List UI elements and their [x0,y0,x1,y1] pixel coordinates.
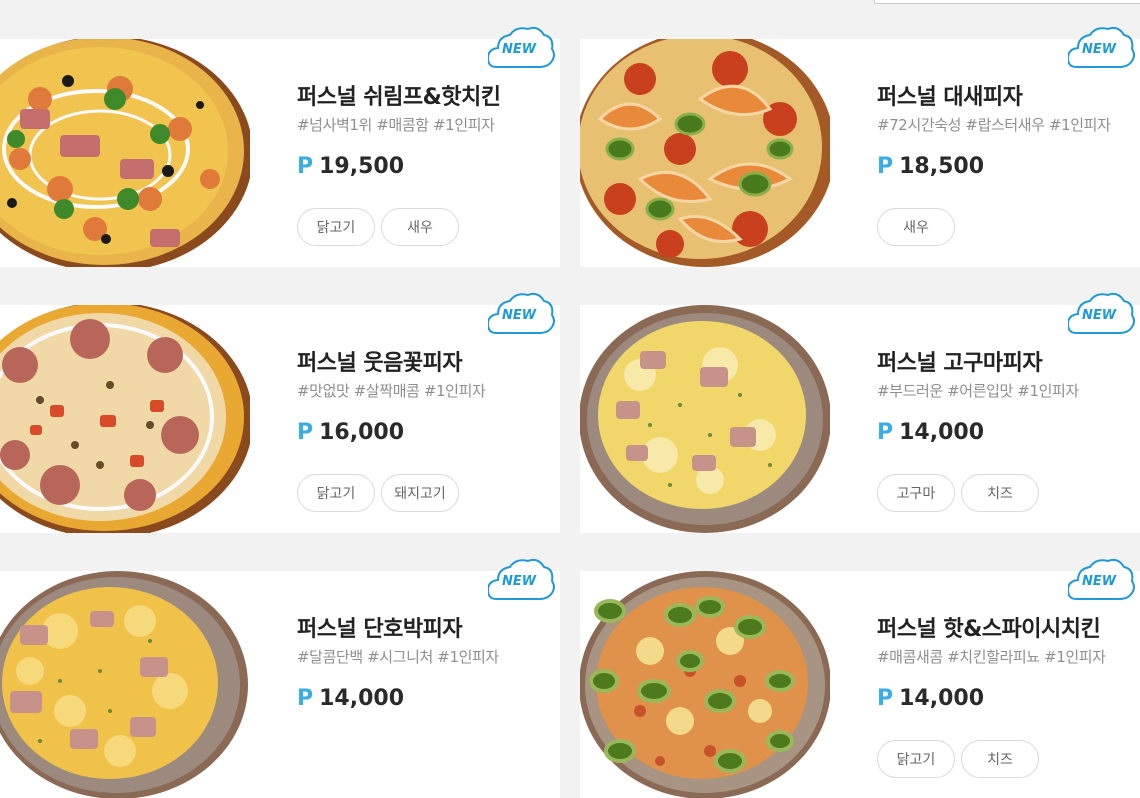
product-price: P 14,000 [877,684,1140,715]
product-card[interactable]: NEW 퍼스널 쉬림프&핫치킨 #넘사벽1위 #매콤함 #1인피자 P 19,50… [0,26,560,267]
product-card[interactable]: NEW 퍼스널 핫&스파이시치킨 #매콤새콤 #치킨할라피뇨 #1인피자 P 14… [580,558,1140,798]
product-tags: #72시간숙성 #랍스터새우 #1인피자 [877,116,1111,134]
topping-chip[interactable]: 새우 [381,208,459,246]
price-amount: 16,000 [319,420,405,445]
currency-symbol: P [877,686,894,711]
topping-chip[interactable]: 닭고기 [297,474,375,512]
product-tags: #부드러운 #어른입맛 #1인피자 [877,382,1079,400]
product-name[interactable]: 퍼스널 고구마피자 [877,349,1140,379]
new-badge-label: NEW [501,308,537,323]
topping-chips: 닭고기 새우 [297,208,459,246]
pizza-image[interactable] [580,305,830,533]
new-badge-label: NEW [501,42,537,57]
product-card[interactable]: NEW 퍼스널 고구마피자 #부드러운 #어른입맛 #1인피자 P 14,000 … [580,292,1140,533]
product-price: P 14,000 [297,684,560,715]
currency-symbol: P [877,420,894,445]
new-badge-label: NEW [501,574,537,589]
product-price: P 18,500 [877,152,1140,183]
product-card[interactable]: NEW 퍼스널 웃음꽃피자 #맛없맛 #살짝매콤 #1인피자 P 16,000 닭… [0,292,560,533]
pizza-image[interactable] [580,571,830,798]
product-price: P 14,000 [877,418,1140,449]
product-price: P 19,500 [297,152,560,183]
currency-symbol: P [297,686,314,711]
product-name[interactable]: 퍼스널 쉬림프&핫치킨 [297,83,560,113]
new-badge-label: NEW [1081,308,1117,323]
price-amount: 14,000 [899,686,985,711]
new-badge: NEW [488,291,556,337]
topping-chips: 고구마 치즈 [877,474,1039,512]
pizza-image[interactable] [0,571,250,798]
product-name[interactable]: 퍼스널 단호박피자 [297,615,560,645]
product-price: P 16,000 [297,418,560,449]
new-badge: NEW [488,557,556,603]
product-card[interactable]: NEW 퍼스널 대새피자 #72시간숙성 #랍스터새우 #1인피자 P 18,50… [580,26,1140,267]
product-tags: #달콤단백 #시그니처 #1인피자 [297,648,499,666]
search-box-edge[interactable] [874,0,1140,4]
product-name[interactable]: 퍼스널 핫&스파이시치킨 [877,615,1140,645]
product-tags: #넘사벽1위 #매콤함 #1인피자 [297,116,495,134]
product-name[interactable]: 퍼스널 웃음꽃피자 [297,349,560,379]
topping-chip[interactable]: 닭고기 [297,208,375,246]
topping-chip[interactable]: 치즈 [961,474,1039,512]
pizza-image[interactable] [0,305,250,533]
topping-chip[interactable]: 치즈 [961,740,1039,778]
pizza-image[interactable] [0,39,250,267]
topping-chips: 닭고기 돼지고기 [297,474,459,512]
new-badge-label: NEW [1081,574,1117,589]
pizza-image[interactable] [580,39,830,267]
new-badge-label: NEW [1081,42,1117,57]
topping-chip[interactable]: 닭고기 [877,740,955,778]
new-badge: NEW [1068,557,1136,603]
product-tags: #매콤새콤 #치킨할라피뇨 #1인피자 [877,648,1106,666]
new-badge: NEW [1068,291,1136,337]
menu-page: NEW 퍼스널 쉬림프&핫치킨 #넘사벽1위 #매콤함 #1인피자 P 19,50… [0,0,1140,798]
topping-chip[interactable]: 새우 [877,208,955,246]
product-name[interactable]: 퍼스널 대새피자 [877,83,1140,113]
new-badge: NEW [488,25,556,71]
price-amount: 14,000 [899,420,985,445]
price-amount: 14,000 [319,686,405,711]
currency-symbol: P [297,420,314,445]
currency-symbol: P [297,154,314,179]
topping-chip[interactable]: 돼지고기 [381,474,459,512]
topping-chips: 닭고기 치즈 [877,740,1039,778]
product-card[interactable]: NEW 퍼스널 단호박피자 #달콤단백 #시그니처 #1인피자 P 14,000 [0,558,560,798]
topping-chips: 새우 [877,208,955,246]
topping-chip[interactable]: 고구마 [877,474,955,512]
currency-symbol: P [877,154,894,179]
product-tags: #맛없맛 #살짝매콤 #1인피자 [297,382,486,400]
new-badge: NEW [1068,25,1136,71]
price-amount: 18,500 [899,154,985,179]
price-amount: 19,500 [319,154,405,179]
